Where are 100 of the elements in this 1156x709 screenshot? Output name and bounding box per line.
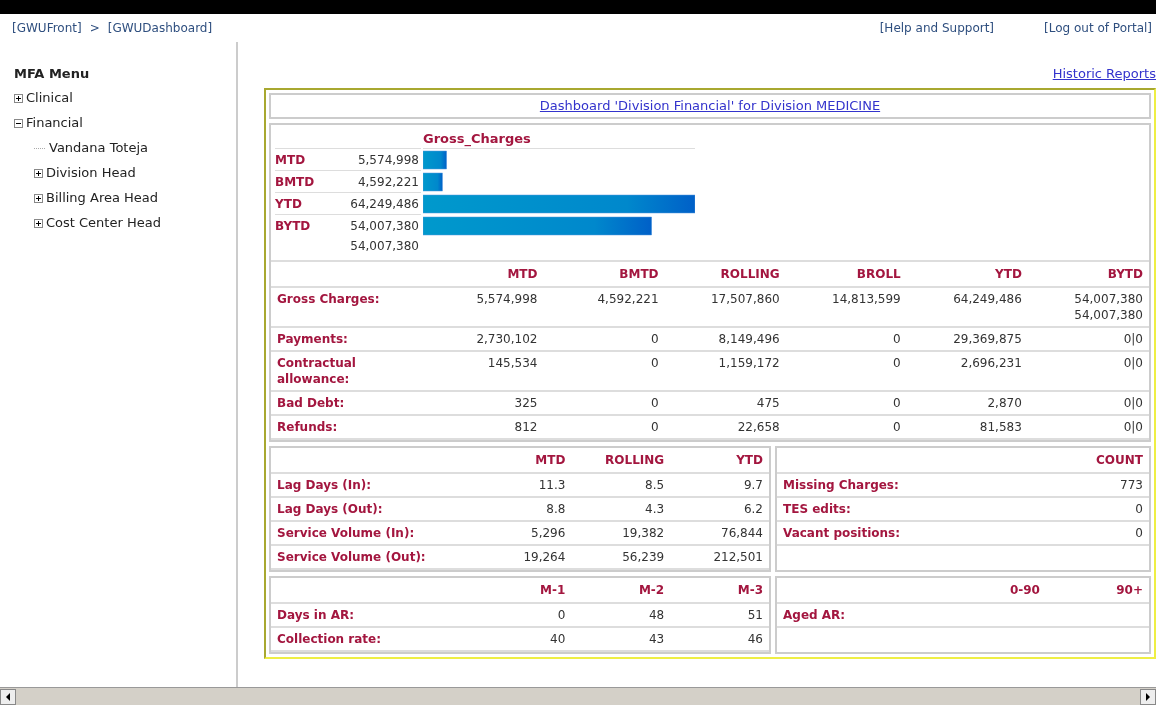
column-header: M-3 xyxy=(670,578,769,603)
breadcrumb-link[interactable]: [GWUFront] xyxy=(12,19,82,37)
table-cell: 0|0 xyxy=(1027,415,1149,439)
table-cell: 0 xyxy=(785,327,907,351)
row-label: Lag Days (Out): xyxy=(271,497,473,521)
breadcrumb-link[interactable]: [GWUDashboard] xyxy=(107,19,213,37)
expand-icon[interactable] xyxy=(34,193,43,203)
header-link[interactable]: [Log out of Portal] xyxy=(1044,19,1152,37)
column-header: MTD xyxy=(472,448,572,473)
table-cell: 773 xyxy=(983,473,1149,497)
column-header: BMTD xyxy=(543,262,665,287)
column-header: M-2 xyxy=(571,578,671,603)
table-cell: 5,296 xyxy=(472,521,572,545)
table-cell: 19,382 xyxy=(571,521,671,545)
row-label: Refunds: xyxy=(271,415,423,439)
header-link[interactable]: [Help and Support] xyxy=(879,19,995,37)
table-cell: 0|0 xyxy=(1027,327,1149,351)
table-cell: 14,813,599 xyxy=(785,287,907,327)
row-label: Gross Charges: xyxy=(271,287,423,327)
table-cell: 2,870 xyxy=(906,391,1028,415)
category-label: YTD xyxy=(275,195,303,213)
table-cell: 0 xyxy=(983,497,1149,521)
category-label: BMTD xyxy=(275,173,316,191)
table-cell: 29,369,875 xyxy=(906,327,1028,351)
table-cell: 0 xyxy=(785,351,907,391)
collapse-icon[interactable] xyxy=(14,118,23,128)
table-cell: 0 xyxy=(472,603,572,627)
column-header: YTD xyxy=(670,448,769,473)
tree-item[interactable]: Cost Center Head xyxy=(46,213,161,233)
table-cell: 81,583 xyxy=(906,415,1028,439)
column-header: COUNT xyxy=(983,448,1149,473)
tree-item[interactable]: Financial xyxy=(26,113,83,133)
column-header: BYTD xyxy=(1027,262,1149,287)
table-cell: 8.8 xyxy=(472,497,572,521)
column-header: 0-90 xyxy=(945,578,1046,603)
table-cell: 22,658 xyxy=(664,415,786,439)
table-cell: 11.3 xyxy=(472,473,572,497)
table-cell: 0|0 xyxy=(1027,391,1149,415)
table-cell: 17,507,860 xyxy=(664,287,786,327)
expand-icon[interactable] xyxy=(14,93,23,103)
tree-item[interactable]: Vandana Toteja xyxy=(49,138,148,158)
bar xyxy=(423,172,443,192)
row-label: Service Volume (In): xyxy=(271,521,473,545)
row-label: Payments: xyxy=(271,327,423,351)
breadcrumb-separator: > xyxy=(89,20,100,37)
table-cell: 0 xyxy=(785,391,907,415)
column-header: M-1 xyxy=(472,578,572,603)
column-header: ROLLING xyxy=(571,448,671,473)
row-label: Aged AR: xyxy=(777,603,945,627)
expand-icon[interactable] xyxy=(34,218,43,228)
table-cell: 46 xyxy=(670,627,769,651)
table-cell: 4,592,221 xyxy=(543,287,665,327)
table-cell: 145,534 xyxy=(422,351,544,391)
menu-title: MFA Menu xyxy=(14,65,91,83)
table-cell: 0 xyxy=(543,327,665,351)
expand-icon[interactable] xyxy=(34,168,43,178)
table-cell: 0 xyxy=(543,351,665,391)
table-cell: 1,159,172 xyxy=(664,351,786,391)
table-cell: 475 xyxy=(664,391,786,415)
table-cell: 0|0 xyxy=(1027,351,1149,391)
dashboard-title-link[interactable]: Dashboard 'Division Financial' for Division MEDICINE xyxy=(539,96,881,116)
column-header: 90+ xyxy=(1045,578,1149,603)
table-cell: 6.2 xyxy=(670,497,769,521)
scroll-right-icon[interactable] xyxy=(1140,688,1156,705)
table-cell: 56,239 xyxy=(571,545,671,569)
table-cell: 0 xyxy=(785,415,907,439)
tree-item[interactable]: Billing Area Head xyxy=(46,188,159,208)
row-label: Contractual allowance: xyxy=(271,351,423,391)
column-header: YTD xyxy=(906,262,1028,287)
table-cell: 40 xyxy=(472,627,572,651)
tree-item[interactable]: Division Head xyxy=(46,163,136,183)
table-cell: 0 xyxy=(543,415,665,439)
historic-reports-link[interactable]: Historic Reports xyxy=(1052,64,1156,88)
table-cell: 8.5 xyxy=(571,473,671,497)
column-header: BROLL xyxy=(785,262,907,287)
value-label: 4,592,221 xyxy=(356,173,420,191)
row-label: Missing Charges: xyxy=(777,473,984,497)
row-label: Days in AR: xyxy=(271,603,473,627)
table-cell: 9.7 xyxy=(670,473,769,497)
table-cell: 5,574,998 xyxy=(422,287,544,327)
table-cell: 4.3 xyxy=(571,497,671,521)
table-cell: 48 xyxy=(571,603,671,627)
category-label: BYTD xyxy=(275,217,312,235)
table-cell: 64,249,486 xyxy=(906,287,1028,327)
table-cell: 54,007,380 54,007,380 xyxy=(1027,287,1149,327)
table-cell: 8,149,496 xyxy=(664,327,786,351)
table-cell: 51 xyxy=(670,603,769,627)
value-label: 54,007,380 xyxy=(349,238,420,255)
column-header: ROLLING xyxy=(664,262,786,287)
table-cell: 0 xyxy=(983,521,1149,545)
table-cell: 2,730,102 xyxy=(422,327,544,351)
row-label: Collection rate: xyxy=(271,627,473,651)
row-label: Bad Debt: xyxy=(271,391,423,415)
table-cell: 212,501 xyxy=(670,545,769,569)
table-cell: 43 xyxy=(571,627,671,651)
tree-item[interactable]: Clinical xyxy=(26,88,73,108)
scroll-left-icon[interactable] xyxy=(0,688,16,705)
bar xyxy=(423,150,447,170)
column-header: MTD xyxy=(422,262,544,287)
horizontal-scrollbar[interactable] xyxy=(0,687,1156,705)
